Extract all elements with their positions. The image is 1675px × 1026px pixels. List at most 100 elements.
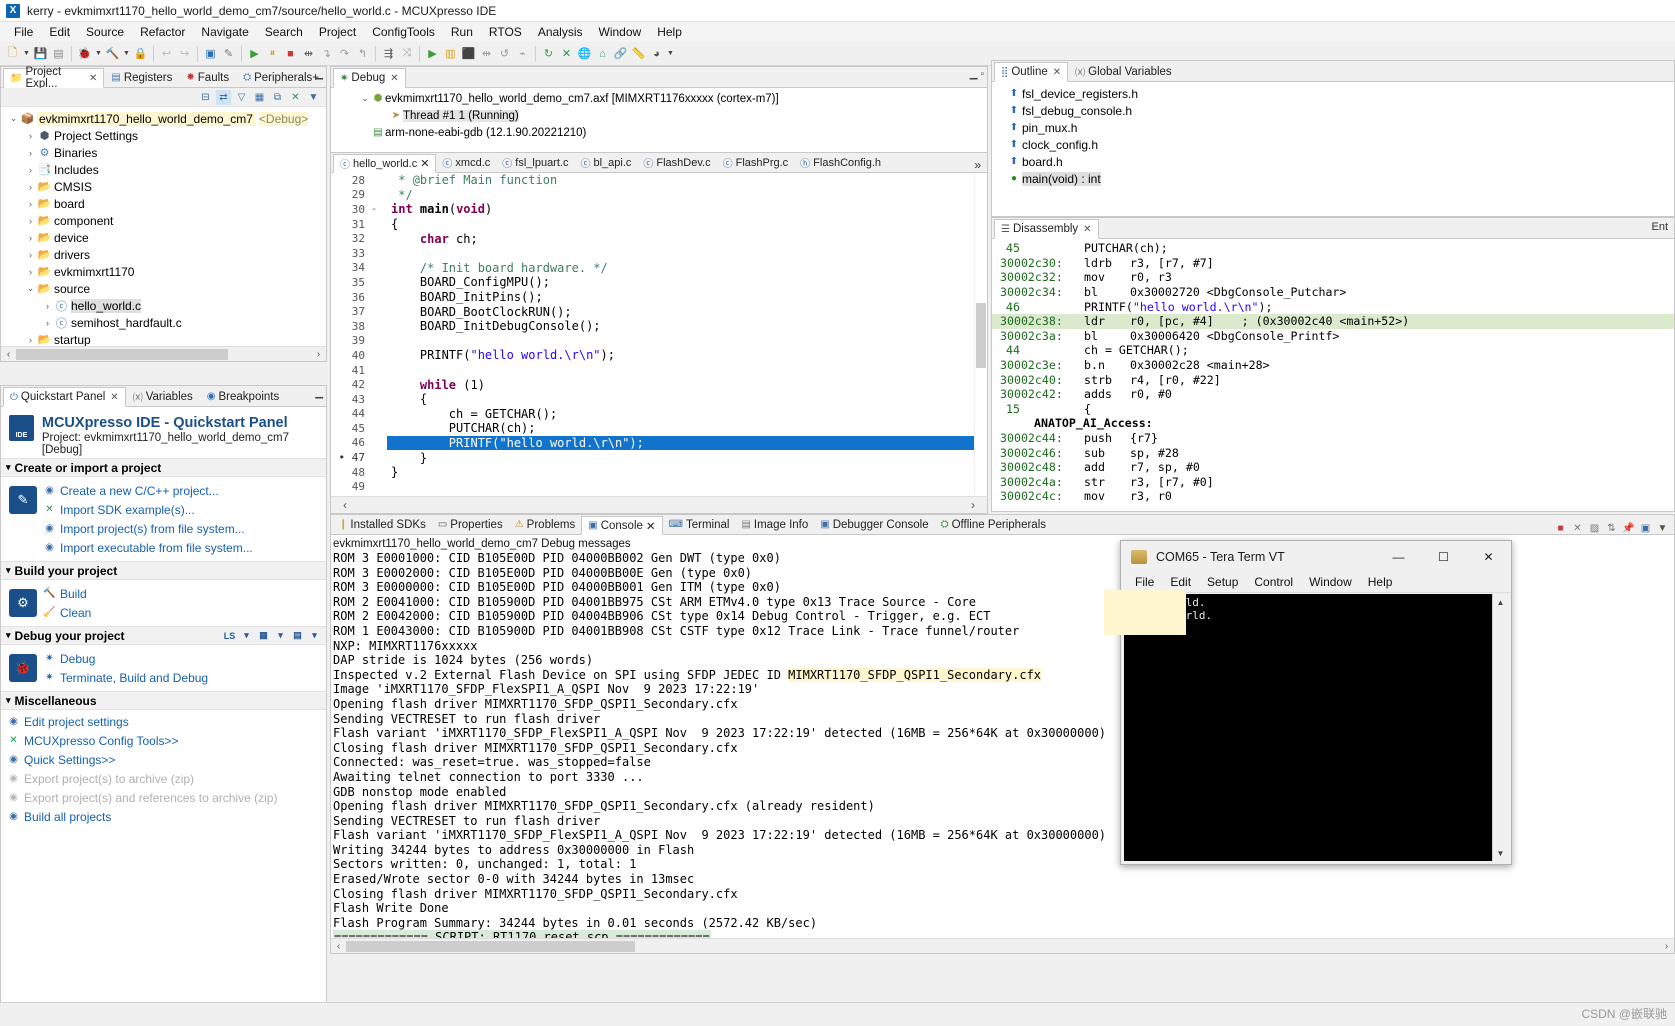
tt-menu-window[interactable]: Window [1301,574,1360,590]
tree-item-evkmimxrt1170-hello-world-demo-cm7[interactable]: ⌄📦evkmimxrt1170_hello_world_demo_cm7<Deb… [1,110,326,127]
chevron-right-icon[interactable]: › [24,216,37,226]
tree-item-binaries[interactable]: ›⚙Binaries [1,144,326,161]
code-line[interactable]: 28 * @brief Main function [331,173,987,188]
quickstart-big-icon[interactable]: 🐞 [9,654,37,682]
close-icon[interactable]: ✕ [420,157,429,170]
perspective-dropdown-icon[interactable]: ▼ [666,50,675,57]
code-line[interactable]: 37 BOARD_BootClockRUN(); [331,304,987,319]
tree-item-evkmimxrt1170[interactable]: ›📂evkmimxrt1170 [1,263,326,280]
chevron-down-icon[interactable]: ▾ [6,462,11,473]
console-dropdown-icon[interactable]: ▼ [1655,523,1670,534]
quickstart-section-3[interactable]: ▾Miscellaneous [1,691,326,710]
quickstart-link-create-a-new-c-c-project[interactable]: ◉Create a new C/C++ project... [43,482,253,499]
disassembly-line[interactable]: 30002c48:addr7, sp, #0 [992,460,1674,475]
debug-dropdown-icon[interactable]: ▼ [94,50,103,57]
tt-menu-file[interactable]: File [1127,574,1162,590]
tree-item-board[interactable]: ›📂board [1,195,326,212]
new-icon[interactable]: 🗋 [4,45,21,63]
tab-global-variables[interactable]: ⒳ Global Variables [1068,61,1179,81]
debug-stack-tree[interactable]: ⌄⬢evkmimxrt1170_hello_world_demo_cm7.axf… [331,88,987,141]
editor-vscrollbar[interactable] [974,173,987,495]
menu-file[interactable]: File [6,23,41,41]
tree-item-includes[interactable]: ›📑Includes [1,161,326,178]
disassembly-line[interactable]: 30002c42:addsr0, #0 [992,387,1674,402]
scroll-right-icon[interactable]: › [1659,941,1674,952]
debug-tree-row[interactable]: ▤arm-none-eabi-gdb (12.1.90.20221210) [331,124,987,141]
tt-menu-edit[interactable]: Edit [1162,574,1199,590]
disassembly-line[interactable]: 46PRINTF("hello world.\r\n"); [992,299,1674,314]
globe-icon[interactable]: 🌐 [576,45,593,63]
code-line[interactable]: 31{ [331,217,987,232]
code-line[interactable]: 30-int main(void) [331,202,987,217]
quickstart-link-quick-settings[interactable]: ◉Quick Settings>> [7,751,326,768]
chevron-right-icon[interactable]: › [24,335,37,345]
project-tree[interactable]: ⌄📦evkmimxrt1170_hello_world_demo_cm7<Deb… [1,107,326,361]
more-run-icon[interactable]: ⇹ [478,45,495,63]
console-tab-installed-sdks[interactable]: ❙Installed SDKs [333,515,432,534]
code-line[interactable]: 40 PRINTF("hello world.\r\n"); [331,348,987,363]
suspend-icon[interactable]: ⏸ [264,45,281,63]
editor-tab-flashdev-c[interactable]: ⓒFlashDev.c [637,153,716,172]
terminal-icon[interactable]: ▣ [202,45,219,63]
profile-icon[interactable]: ▥ [442,45,459,63]
quickstart-big-icon[interactable]: ⚙ [9,589,37,617]
tree-item-component[interactable]: ›📂component [1,212,326,229]
probe-icon[interactable]: ▦ [256,628,271,643]
disassembly-line[interactable]: 30002c40:strbr4, [r0, #22] [992,372,1674,387]
code-line[interactable]: 29 */ [331,188,987,203]
step-into-icon[interactable]: ↴ [318,45,335,63]
menu-source[interactable]: Source [78,23,132,41]
console-hscrollbar[interactable]: ‹ › [331,938,1674,953]
menu-analysis[interactable]: Analysis [530,23,591,41]
scroll-down-icon[interactable]: ▼ [1493,845,1508,861]
scroll-left-icon[interactable]: ‹ [331,941,346,952]
tree-item-hello-world-c[interactable]: ›ⓒhello_world.c [1,297,326,314]
measure-icon[interactable]: 📏 [630,45,647,63]
tab-peripherals[interactable]: ⛭ Peripherals+ [236,67,326,87]
disconnect-icon[interactable]: ⇹ [300,45,317,63]
disassembly-line[interactable]: 30002c32:movr0, r3 [992,270,1674,285]
chevron-down-icon[interactable]: ▾ [6,695,11,706]
step-return-icon[interactable]: ↰ [354,45,371,63]
ls-icon[interactable]: LS [222,628,237,643]
dropdown-icon[interactable]: ▾ [239,628,254,643]
quickstart-link-build[interactable]: 🔨Build [43,585,91,602]
menu-configtools[interactable]: ConfigTools [364,23,443,41]
scroll-thumb[interactable] [16,349,228,360]
editor-tab-xmcd-c[interactable]: ⓒxmcd.c [436,153,496,172]
close-icon[interactable]: ✕ [1083,224,1091,235]
quickstart-link-clean[interactable]: 🧹Clean [43,604,91,621]
disassembly-line[interactable]: 30002c34:bl0x30002720 <DbgConsole_Putcha… [992,285,1674,300]
panel-window-controls[interactable]: ▁ [315,388,323,399]
chevron-right-icon[interactable]: › [24,267,37,277]
tab-quickstart-panel[interactable]: ⏻ Quickstart Panel ✕ [3,387,126,407]
undo-icon[interactable]: ↩ [158,45,175,63]
minimize-icon[interactable]: ▁ [315,388,323,399]
code-line[interactable]: • 47 } [331,450,987,465]
scroll-track[interactable] [16,349,311,360]
tt-menu-help[interactable]: Help [1360,574,1401,590]
refresh-icon[interactable]: ↻ [540,45,557,63]
outline-list[interactable]: ⬆fsl_device_registers.h⬆fsl_debug_consol… [992,82,1674,187]
editor-tab-bl-api-c[interactable]: ⓒbl_api.c [574,153,637,172]
filter-icon[interactable]: ▽ [234,90,249,105]
view-dropdown-icon[interactable]: ▼ [306,90,321,105]
editor-tab-flashconfig-h[interactable]: ⓗFlashConfig.h [794,153,887,172]
quickstart-link-import-executable-from-file-system[interactable]: ◉Import executable from file system... [43,539,253,556]
quickstart-link-debug[interactable]: ✷Debug [43,650,208,667]
debug-panel-controls[interactable]: ▁ ▫ [970,69,984,80]
menu-window[interactable]: Window [591,23,650,41]
link-server-icon[interactable]: ▤ [290,628,305,643]
disassembly-line[interactable]: 15{ [992,402,1674,417]
disassembly-line[interactable]: 30002c44:push{r7} [992,431,1674,446]
scroll-up-icon[interactable]: ▲ [1493,594,1508,610]
chevron-down-icon[interactable]: ▾ [6,630,11,641]
redo-icon[interactable]: ↪ [176,45,193,63]
remove-console-icon[interactable]: ✕ [1570,523,1585,534]
code-line[interactable]: 45 PUTCHAR(ch); [331,421,987,436]
close-icon[interactable]: ✕ [646,519,656,533]
quickstart-section-0[interactable]: ▾Create or import a project [1,458,326,477]
disassembly-line[interactable]: 30002c30:ldrbr3, [r7, #7] [992,256,1674,271]
quickstart-link-terminate-build-and-debug[interactable]: ✷Terminate, Build and Debug [43,669,208,686]
tree-item-source[interactable]: ⌄📂source [1,280,326,297]
